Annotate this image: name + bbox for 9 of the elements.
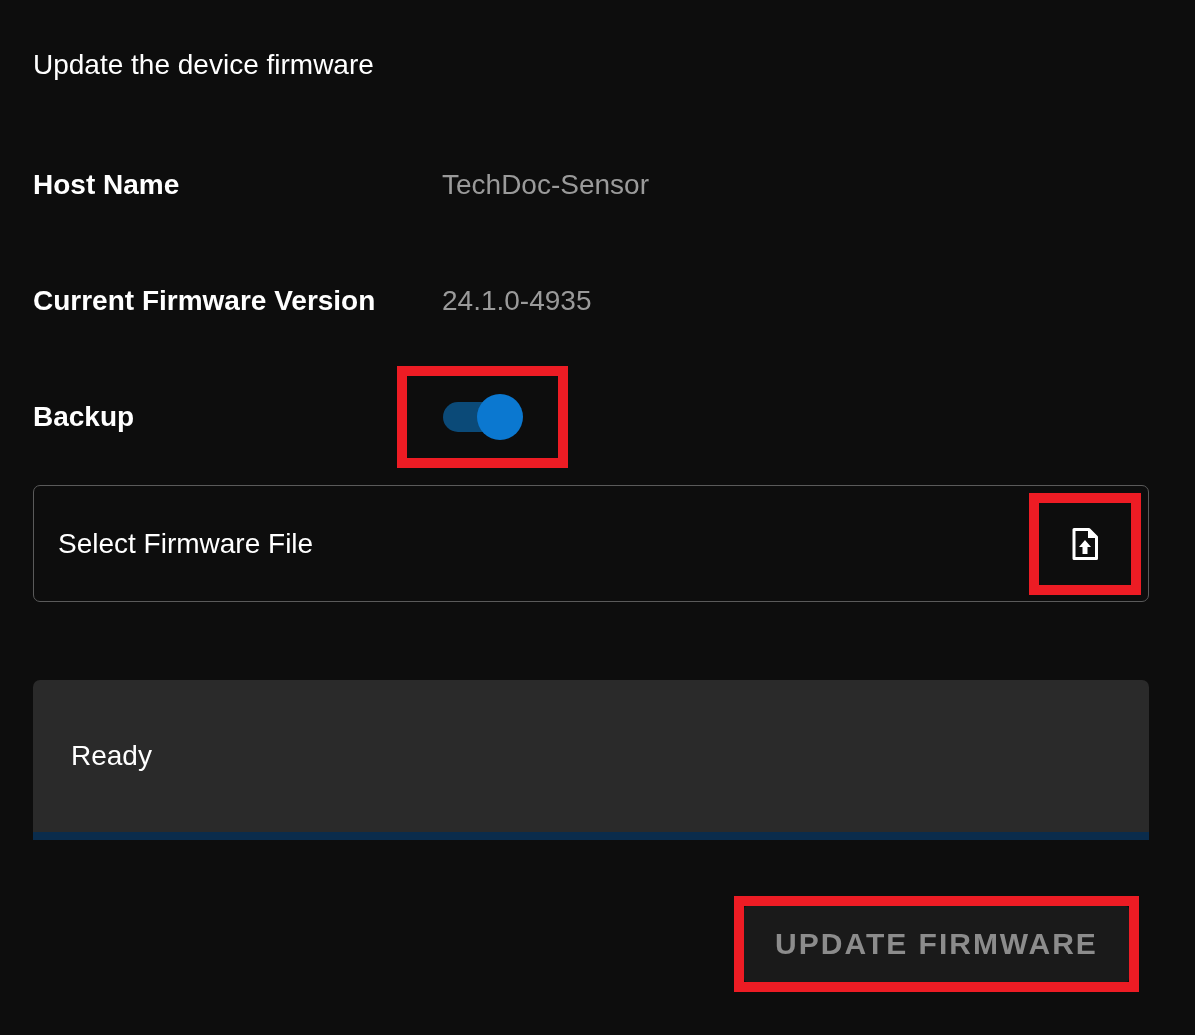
field-value: 24.1.0-4935 xyxy=(442,285,592,317)
form-title: Update the device firmware xyxy=(33,48,375,82)
file-field[interactable]: Select Firmware File xyxy=(33,485,1149,602)
file-upload-icon[interactable] xyxy=(1072,528,1098,560)
status-text: Ready xyxy=(71,740,152,772)
field-label: Backup xyxy=(33,401,136,433)
field-value: TechDoc-Sensor xyxy=(442,169,649,201)
field-label: Host Name xyxy=(33,169,181,201)
field-label: Current Firmware Version xyxy=(33,285,377,317)
